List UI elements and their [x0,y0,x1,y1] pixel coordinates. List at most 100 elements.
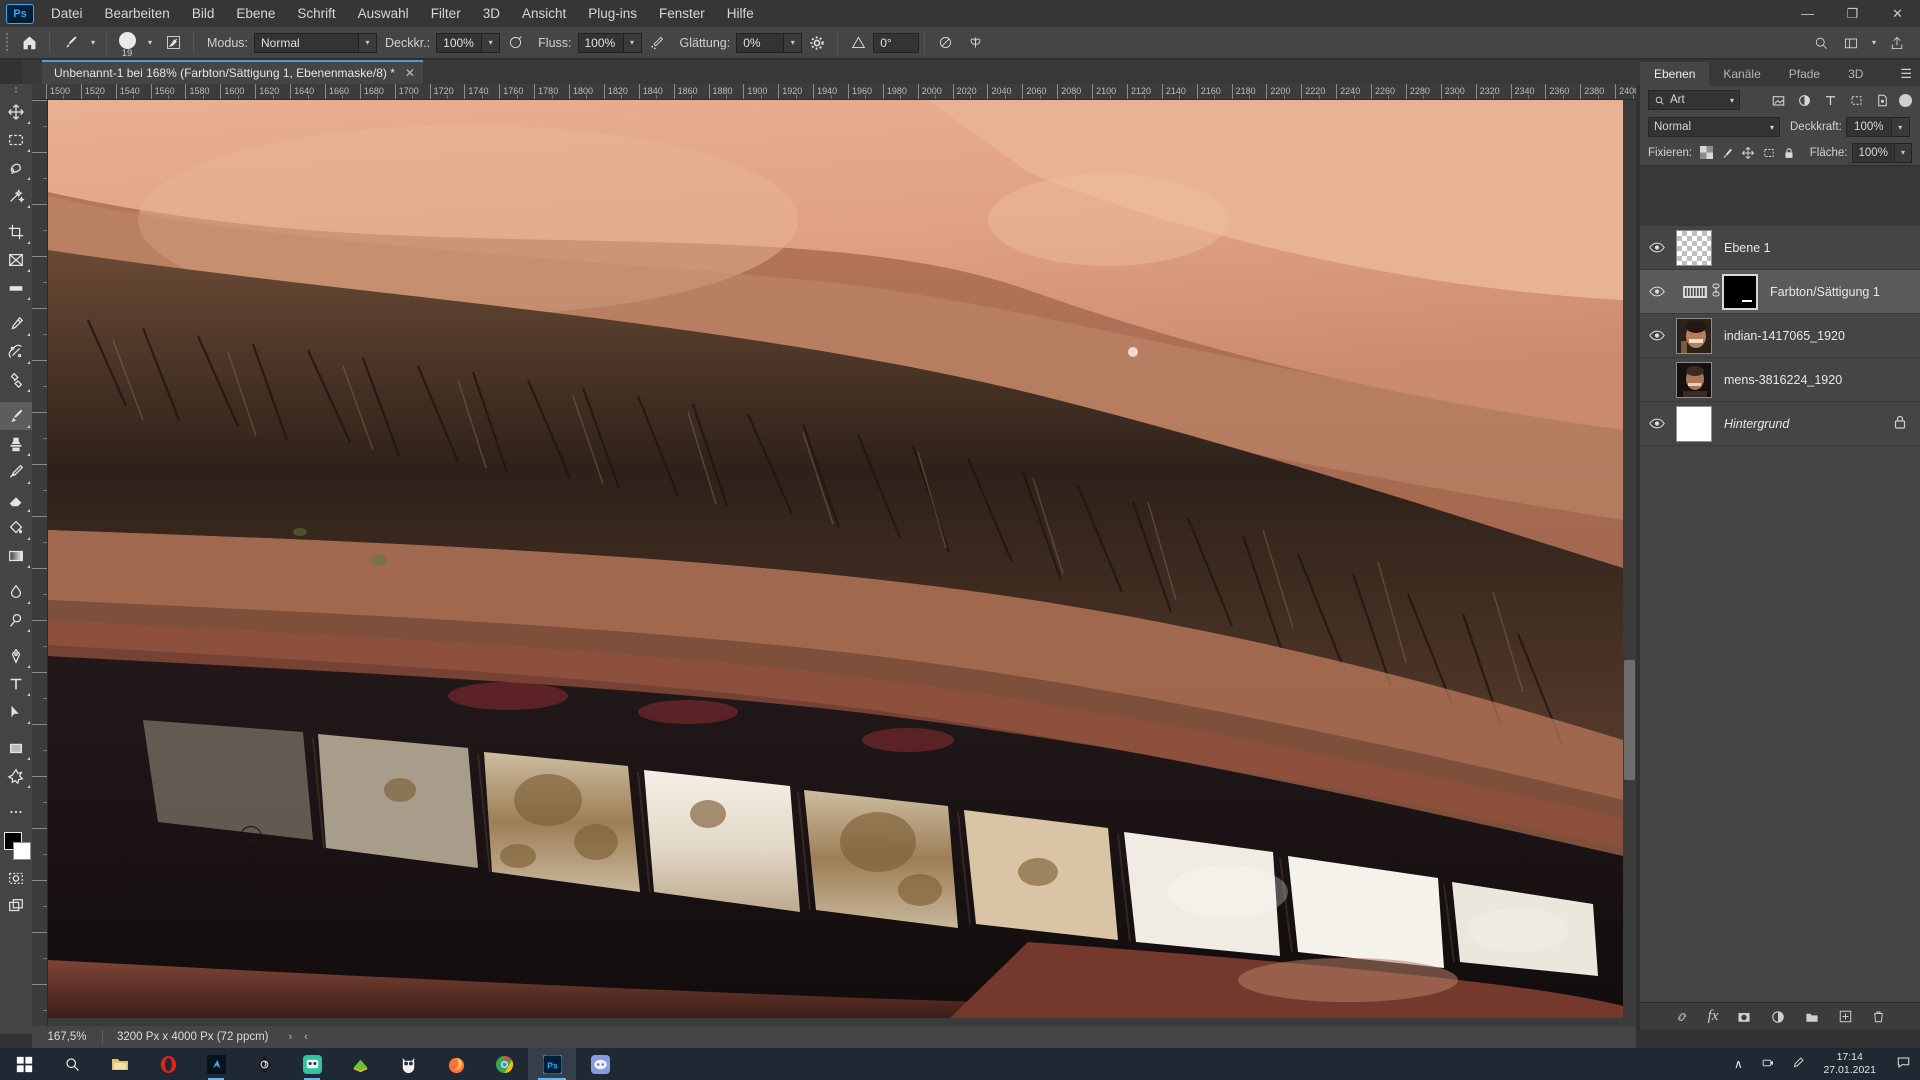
hearthstone-icon[interactable] [240,1048,288,1080]
brush-tool-icon[interactable] [55,30,85,56]
panel-tab-ebenen[interactable]: Ebenen [1640,62,1710,86]
smoothing-select[interactable]: 0% ▾ [736,32,803,53]
clock[interactable]: 17:14 27.01.2021 [1813,1051,1886,1077]
screen-mode-icon[interactable] [0,892,32,920]
menu-item-bearbeiten[interactable]: Bearbeiten [94,2,181,25]
chevron-down-icon[interactable]: ▾ [1866,30,1882,56]
file-explorer-icon[interactable] [96,1048,144,1080]
brush-preset-picker[interactable]: 19 [112,30,142,59]
type-tool[interactable] [0,670,32,698]
canvas-vertical-scrollbar[interactable] [1623,100,1636,1030]
menu-item-hilfe[interactable]: Hilfe [716,2,765,25]
layer-row[interactable]: Hintergrund [1640,402,1920,446]
layer-thumbnail[interactable] [1676,361,1712,398]
pen-icon[interactable] [1783,1056,1813,1073]
menu-item-ebene[interactable]: Ebene [225,2,286,25]
more-tools[interactable] [0,798,32,826]
angle-icon[interactable] [843,30,873,56]
layer-visibility-eye-icon[interactable] [1640,270,1674,314]
home-icon[interactable] [14,30,44,56]
layer-mask-link-icon[interactable] [1710,283,1722,300]
adjustment-thumbnail[interactable] [1680,279,1710,305]
marquee-tool[interactable] [0,126,32,154]
close-button[interactable]: ✕ [1875,0,1920,27]
new-adjustment-icon[interactable] [1770,1009,1786,1025]
opacity-value[interactable]: 100% [1845,117,1892,137]
status-next-arrow[interactable]: › [283,1031,299,1043]
menu-item-bild[interactable]: Bild [181,2,226,25]
angle-value[interactable]: 0° [873,32,920,53]
filter-toggle[interactable] [1899,93,1912,107]
minimize-button[interactable]: — [1785,0,1830,27]
path-selection-tool[interactable] [0,698,32,726]
layer-row[interactable]: Farbton/Sättigung 1 [1640,270,1920,314]
search-taskbar-icon[interactable] [48,1048,96,1080]
chrome-browser-icon[interactable] [480,1048,528,1080]
layer-visibility-eye-icon[interactable] [1640,314,1674,358]
app-blue-icon[interactable] [192,1048,240,1080]
layer-mask-thumbnail[interactable] [1722,273,1758,310]
image-filter-icon[interactable] [1765,89,1791,111]
brush-settings-panel-icon[interactable] [158,30,188,56]
delete-layer-icon[interactable] [1871,1009,1886,1024]
healing-brush-tool[interactable] [0,338,32,366]
slice-tool[interactable] [0,274,32,302]
type-filter-icon[interactable] [1817,89,1843,111]
lock-position-icon[interactable] [1738,143,1759,163]
panel-tab-pfade[interactable]: Pfade [1775,62,1834,86]
gradient-fill-tool[interactable] [0,542,32,570]
brush-settings-caret[interactable]: ▾ [142,30,158,56]
document-tab[interactable]: Unbenannt-1 bei 168% (Farbton/Sättigung … [42,60,423,84]
quick-selection-tool[interactable] [0,182,32,210]
fx-icon[interactable]: fx [1708,1008,1719,1025]
menu-item-plug-ins[interactable]: Plug-ins [577,2,648,25]
fill-value[interactable]: 100% [1851,142,1895,163]
opera-browser-icon[interactable] [144,1048,192,1080]
lock-artboard-icon[interactable] [1758,143,1779,163]
layer-row[interactable]: mens-3816224_1920 [1640,358,1920,402]
canvas-area[interactable] [48,100,1636,1030]
menu-item-filter[interactable]: Filter [420,2,472,25]
photoshop-app-icon[interactable]: Ps [528,1048,576,1080]
notification-icon[interactable] [1886,1055,1920,1073]
quick-mask-icon[interactable] [0,864,32,892]
menu-item-auswahl[interactable]: Auswahl [347,2,420,25]
workspace-icon[interactable] [1836,30,1866,56]
document-image[interactable] [48,100,1623,1020]
layer-row[interactable]: Ebene 1 [1640,226,1920,270]
lock-transparency-icon[interactable] [1696,143,1717,163]
owl-app-icon[interactable] [384,1048,432,1080]
lock-image-icon[interactable] [1717,143,1738,163]
toolbar-grip[interactable] [9,84,23,98]
clone-stamp-tool[interactable] [0,430,32,458]
discord-app-icon[interactable] [576,1048,624,1080]
search-icon[interactable] [1806,30,1836,56]
dodge-tool[interactable] [0,606,32,634]
brush-preset-caret[interactable]: ▾ [85,30,101,56]
blur-tool[interactable] [0,578,32,606]
camera-icon[interactable] [1753,1056,1783,1073]
eraser-tool[interactable] [0,486,32,514]
menu-item-3d[interactable]: 3D [472,2,511,25]
history-brush-tool[interactable] [0,458,32,486]
shape-filter-icon[interactable] [1843,89,1869,111]
custom-shape-tool[interactable] [0,762,32,790]
symmetry-butterfly-icon[interactable] [960,30,990,56]
blend-mode-select[interactable]: Normal ▾ [1648,117,1780,137]
streamlabs-icon[interactable] [288,1048,336,1080]
layer-filter-select[interactable]: Art ▾ [1648,90,1740,110]
layer-visibility-eye-icon[interactable] [1640,402,1674,446]
frame-tool[interactable] [0,246,32,274]
menu-item-fenster[interactable]: Fenster [648,2,716,25]
gear-icon[interactable] [802,30,832,56]
add-mask-icon[interactable] [1736,1009,1752,1025]
layer-visibility-off[interactable] [1640,358,1674,402]
firefox-browser-icon[interactable] [432,1048,480,1080]
smartobject-filter-icon[interactable] [1869,89,1895,111]
eyedropper-tool[interactable] [0,310,32,338]
maximize-button[interactable]: ❐ [1830,0,1875,27]
pressure-size-icon[interactable] [930,30,960,56]
color-swatches[interactable] [0,830,32,864]
layer-thumbnail[interactable] [1676,405,1712,442]
crop-tool[interactable] [0,218,32,246]
